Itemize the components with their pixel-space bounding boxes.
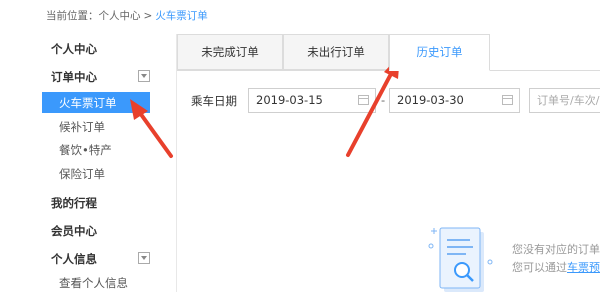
sidebar-item-insurance-orders[interactable]: 保险订单 (59, 166, 105, 182)
ticket-booking-link[interactable]: 车票预 (567, 261, 600, 274)
sidebar-item-label: 火车票订单 (59, 96, 117, 110)
sidebar-item-waitlist-orders[interactable]: 候补订单 (59, 119, 105, 135)
sidebar-item-view-personal-info[interactable]: 查看个人信息 (59, 275, 128, 291)
tab-history-orders[interactable]: 历史订单 (389, 34, 490, 71)
empty-state-hint-text: 您可以通过 (512, 261, 567, 274)
start-date-input[interactable]: 2019-03-15 (248, 88, 376, 113)
sidebar-item-personal-info[interactable]: 个人信息 (51, 251, 97, 267)
breadcrumb-current[interactable]: 火车票订单 (155, 10, 208, 22)
calendar-icon[interactable] (358, 95, 369, 105)
breadcrumb-home[interactable]: 个人中心 (99, 10, 141, 22)
order-tabs: 未完成订单 未出行订单 历史订单 (177, 34, 600, 71)
calendar-icon[interactable] (502, 95, 513, 105)
ride-date-label: 乘车日期 (191, 94, 237, 108)
sidebar-item-catering[interactable]: 餐饮•特产 (59, 142, 112, 158)
end-date-value: 2019-03-30 (397, 93, 464, 107)
empty-state-hint: 您可以通过车票预 (512, 259, 600, 275)
date-range-dash: - (381, 93, 386, 107)
tab-untraveled-orders[interactable]: 未出行订单 (283, 34, 389, 70)
breadcrumb: 当前位置：个人中心 > 火车票订单 (46, 8, 208, 24)
collapse-toggle-icon[interactable] (138, 252, 150, 264)
sidebar-item-order-center[interactable]: 订单中心 (51, 69, 97, 85)
empty-state-message: 您没有对应的订单 (512, 243, 600, 256)
sidebar-item-personal-center[interactable]: 个人中心 (51, 41, 97, 57)
breadcrumb-separator: > (143, 10, 153, 22)
empty-document-search-icon (428, 227, 493, 292)
end-date-input[interactable]: 2019-03-30 (389, 88, 520, 113)
sidebar-item-member-center[interactable]: 会员中心 (51, 223, 97, 239)
start-date-value: 2019-03-15 (256, 93, 323, 107)
breadcrumb-prefix: 当前位置： (46, 10, 99, 22)
tab-incomplete-orders[interactable]: 未完成订单 (177, 34, 283, 70)
content-divider (176, 34, 177, 292)
collapse-toggle-icon[interactable] (138, 70, 150, 82)
sidebar-item-train-ticket-orders[interactable]: 火车票订单 (42, 92, 150, 113)
sidebar: 个人中心 订单中心 火车票订单 候补订单 餐饮•特产 保险订单 我的行程 会员中… (0, 34, 172, 292)
order-search-input[interactable]: 订单号/车次/ (529, 88, 600, 113)
sidebar-item-my-trips[interactable]: 我的行程 (51, 195, 97, 211)
